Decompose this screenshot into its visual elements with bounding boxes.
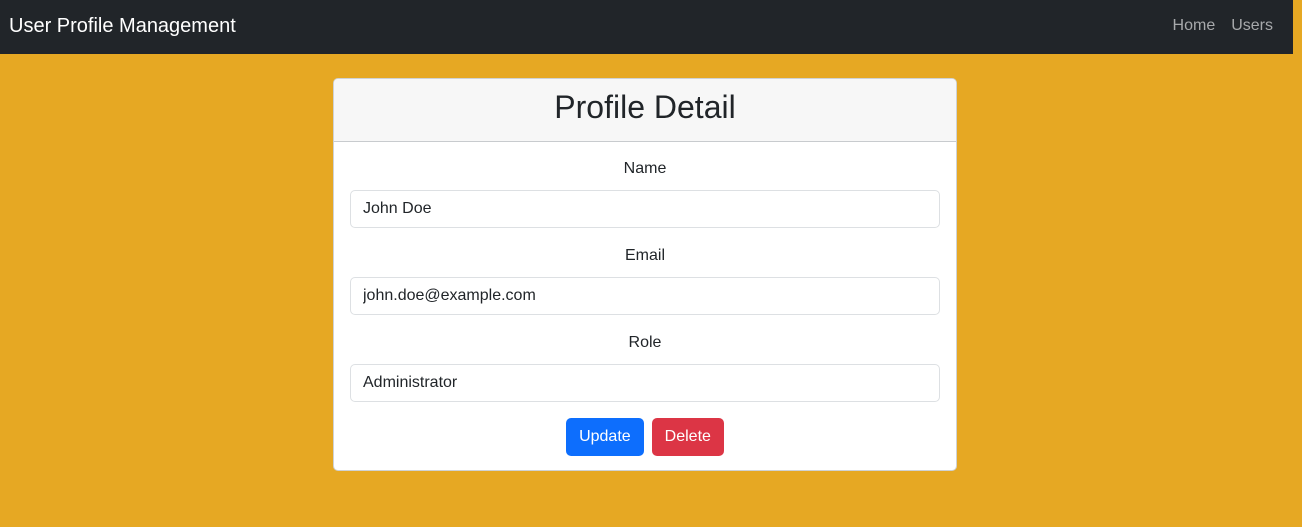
- profile-form: Name Email Role Update Delete: [334, 159, 956, 456]
- card-header: Profile Detail: [334, 79, 956, 142]
- navbar-brand[interactable]: User Profile Management: [9, 13, 236, 39]
- profile-detail-card: Profile Detail Name Email Role Update De…: [333, 78, 957, 471]
- email-label: Email: [624, 247, 665, 264]
- form-actions: Update Delete: [350, 418, 940, 456]
- email-field[interactable]: [350, 277, 940, 315]
- page-title: Profile Detail: [554, 89, 736, 125]
- nav-links: Home Users: [1173, 15, 1273, 37]
- top-navbar: User Profile Management Home Users: [0, 0, 1293, 54]
- nav-link-home[interactable]: Home: [1173, 15, 1216, 37]
- update-button[interactable]: Update: [566, 418, 644, 456]
- role-field[interactable]: [350, 364, 940, 402]
- delete-button[interactable]: Delete: [651, 418, 724, 456]
- name-label: Name: [623, 160, 667, 177]
- nav-link-users[interactable]: Users: [1231, 15, 1273, 37]
- role-label: Role: [628, 334, 662, 351]
- name-field[interactable]: [350, 190, 940, 228]
